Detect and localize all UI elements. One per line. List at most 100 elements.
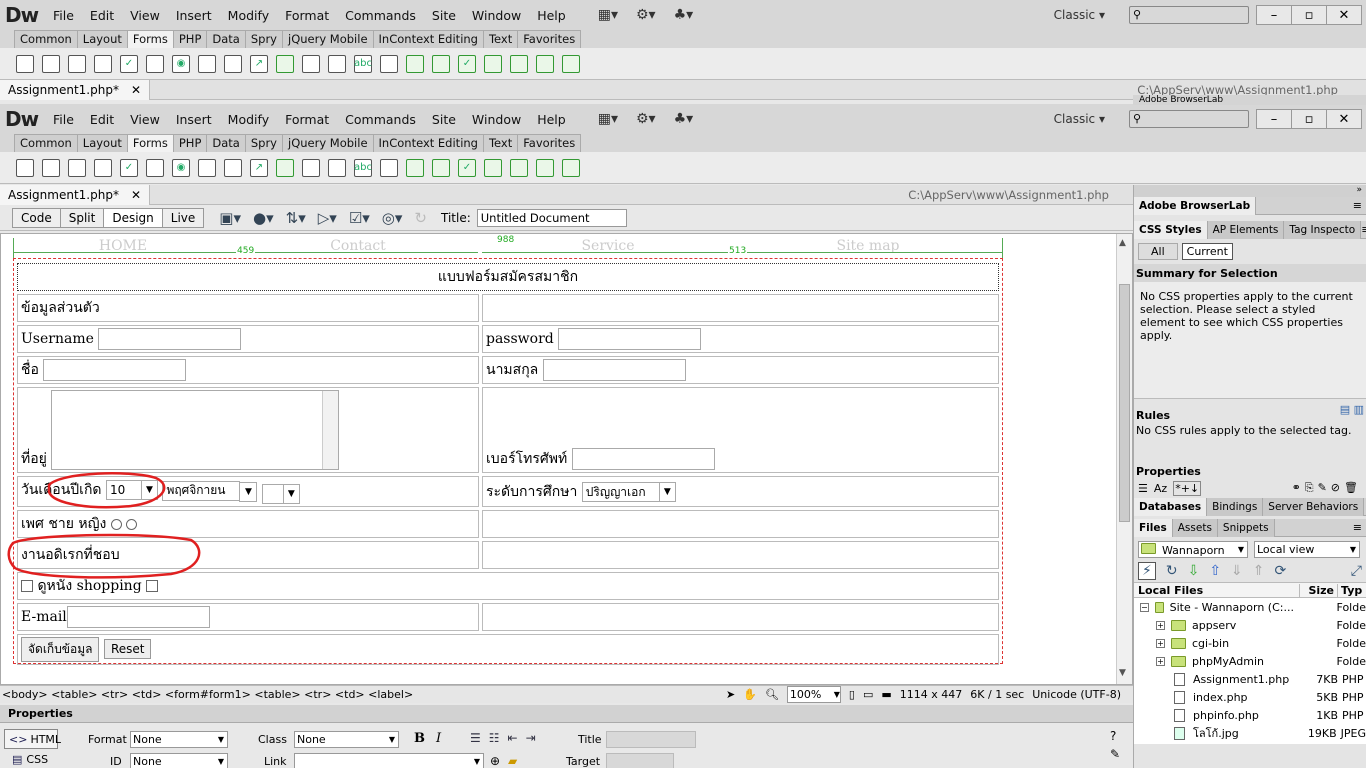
design-view-button[interactable]: Design xyxy=(103,207,163,228)
jump-menu-icon[interactable]: ↗ xyxy=(250,158,268,177)
tab-spry[interactable]: Spry xyxy=(244,30,283,48)
minimize-button[interactable]: – xyxy=(1256,109,1292,129)
tab-snippets[interactable]: Snippets xyxy=(1217,518,1275,537)
select-icon[interactable] xyxy=(224,54,242,73)
file-row-root[interactable]: − Site - Wannaporn (C:... Folde xyxy=(1134,598,1366,616)
checkout-icon[interactable]: ⇓ xyxy=(1231,563,1243,579)
point-to-file-icon[interactable]: ⊕ xyxy=(490,754,500,768)
workspace-switcher[interactable]: Classic ▾ xyxy=(1054,8,1105,22)
chevron-up-icon[interactable]: ▲ xyxy=(1119,238,1126,248)
refresh-icon[interactable]: ↻ xyxy=(414,209,427,227)
restore-button[interactable]: ▫ xyxy=(1291,5,1327,25)
preview-browser-icon[interactable]: ●▾ xyxy=(253,209,274,227)
css-mode-button[interactable]: ▤ CSS xyxy=(12,753,48,766)
help-icon[interactable]: ? xyxy=(1110,729,1116,743)
multiscreen-icon[interactable]: ▣▾ xyxy=(219,209,241,227)
class-select[interactable]: None ▼ xyxy=(294,731,399,748)
chevron-down-icon[interactable]: ▼ xyxy=(1119,668,1126,678)
tab-spry[interactable]: Spry xyxy=(244,134,283,152)
tab-layout[interactable]: Layout xyxy=(76,134,128,152)
connect-icon[interactable]: ⚡︎ xyxy=(1138,562,1156,580)
site-icon[interactable]: ♣▾ xyxy=(674,111,694,127)
tab-common[interactable]: Common xyxy=(14,134,78,152)
document-tab[interactable]: Assignment1.php* ✕ xyxy=(0,184,150,205)
close-button[interactable]: ✕ xyxy=(1326,5,1362,25)
col-type[interactable]: Typ xyxy=(1338,584,1362,597)
spry-password-icon[interactable] xyxy=(510,158,528,177)
italic-button[interactable]: I xyxy=(436,731,441,746)
tab-layout[interactable]: Layout xyxy=(76,30,128,48)
button-icon[interactable] xyxy=(328,158,346,177)
menu-format[interactable]: Format xyxy=(277,8,337,23)
spry-select-icon[interactable] xyxy=(484,54,502,73)
id-select[interactable]: None ▼ xyxy=(130,753,228,768)
link-input[interactable]: ▼ xyxy=(294,753,484,768)
file-row-phpinfo[interactable]: phpinfo.php 1KB PHP xyxy=(1134,706,1366,724)
edit-rule-icon[interactable]: ✎ xyxy=(1110,747,1120,761)
document-tab[interactable]: Assignment1.php* ✕ xyxy=(0,79,150,100)
label-icon[interactable]: abc xyxy=(354,54,372,73)
file-row-logo[interactable]: โลโก้.jpg 19KB JPEG xyxy=(1134,724,1366,742)
tab-text[interactable]: Text xyxy=(482,134,519,152)
design-scrollbar[interactable]: ▲ ▼ xyxy=(1116,234,1132,684)
document-title-input[interactable]: Untitled Document xyxy=(476,208,627,227)
tab-favorites[interactable]: Favorites xyxy=(517,134,582,152)
menu-window[interactable]: Window xyxy=(464,112,529,127)
site-select[interactable]: Wannaporn ▼ xyxy=(1138,541,1248,558)
visual-aids-icon[interactable]: ◎▾ xyxy=(382,209,403,227)
tab-css-styles[interactable]: CSS Styles xyxy=(1134,220,1208,239)
mobile-size-icon[interactable]: ▯ xyxy=(849,688,855,701)
fieldset-icon[interactable] xyxy=(380,54,398,73)
menu-edit[interactable]: Edit xyxy=(82,112,122,127)
tab-text[interactable]: Text xyxy=(482,30,519,48)
tab-data[interactable]: Data xyxy=(206,134,246,152)
file-field-icon[interactable] xyxy=(302,54,320,73)
list-icons[interactable]: ☰☷⇤⇥ xyxy=(470,731,544,745)
expand-icon[interactable]: ⤢ xyxy=(1351,563,1362,579)
css-action-icons[interactable]: ⚭⎘✎⊘🗑︎ xyxy=(1292,481,1362,495)
col-local-files[interactable]: Local Files xyxy=(1134,583,1300,597)
tab-assets[interactable]: Assets xyxy=(1172,518,1218,537)
desktop-size-icon[interactable]: ▬ xyxy=(881,688,891,701)
menu-modify[interactable]: Modify xyxy=(220,8,277,23)
form-icon[interactable] xyxy=(16,54,34,73)
workspace-switcher-main[interactable]: Classic ▾ xyxy=(1054,112,1105,126)
tab-server-behaviors[interactable]: Server Behaviors xyxy=(1263,497,1365,516)
rules-view-icons[interactable]: ▤ ▥ xyxy=(1340,403,1364,422)
tab-forms[interactable]: Forms xyxy=(126,30,174,48)
jump-menu-icon[interactable]: ↗ xyxy=(250,54,268,73)
file-row-phpmyadmin[interactable]: + phpMyAdmin Folde xyxy=(1134,652,1366,670)
menu-insert[interactable]: Insert xyxy=(168,112,220,127)
radio-icon[interactable]: ◉ xyxy=(172,158,190,177)
menu-format[interactable]: Format xyxy=(277,112,337,127)
bold-button[interactable]: B xyxy=(414,731,425,746)
col-size[interactable]: Size xyxy=(1300,583,1338,597)
tab-data[interactable]: Data xyxy=(206,30,246,48)
panel-collapse[interactable]: » xyxy=(1134,185,1366,197)
tab-bindings[interactable]: Bindings xyxy=(1207,497,1264,516)
panel-menu-icon[interactable]: ≡ xyxy=(1361,223,1366,236)
layout-icon[interactable]: ▦▾ xyxy=(598,111,618,127)
hand-icon[interactable]: ✋ xyxy=(743,688,757,701)
file-field-icon[interactable] xyxy=(302,158,320,177)
select-icon[interactable] xyxy=(224,158,242,177)
scrollbar-thumb[interactable] xyxy=(1119,284,1130,522)
tab-jquery-mobile[interactable]: jQuery Mobile xyxy=(282,134,374,152)
radio-icon[interactable]: ◉ xyxy=(172,54,190,73)
spry-confirm-icon[interactable] xyxy=(536,158,554,177)
close-button[interactable]: ✕ xyxy=(1326,109,1362,129)
spry-checkbox-icon[interactable]: ✓ xyxy=(458,54,476,73)
menu-site[interactable]: Site xyxy=(424,112,464,127)
panel-menu-icon[interactable]: ≡ xyxy=(1353,199,1362,212)
spry-textarea-icon[interactable] xyxy=(432,54,450,73)
code-view-button[interactable]: Code xyxy=(12,207,61,228)
close-tab-icon[interactable]: ✕ xyxy=(131,80,141,100)
tab-ap-elements[interactable]: AP Elements xyxy=(1207,220,1285,239)
all-mode-button[interactable]: All xyxy=(1138,243,1178,260)
menu-edit[interactable]: Edit xyxy=(82,8,122,23)
menu-help[interactable]: Help xyxy=(529,8,574,23)
sync-icon[interactable]: ⟳ xyxy=(1275,563,1287,579)
tablet-size-icon[interactable]: ▭ xyxy=(863,688,873,701)
check-page-icon[interactable]: ☑▾ xyxy=(349,209,370,227)
button-icon[interactable] xyxy=(328,54,346,73)
